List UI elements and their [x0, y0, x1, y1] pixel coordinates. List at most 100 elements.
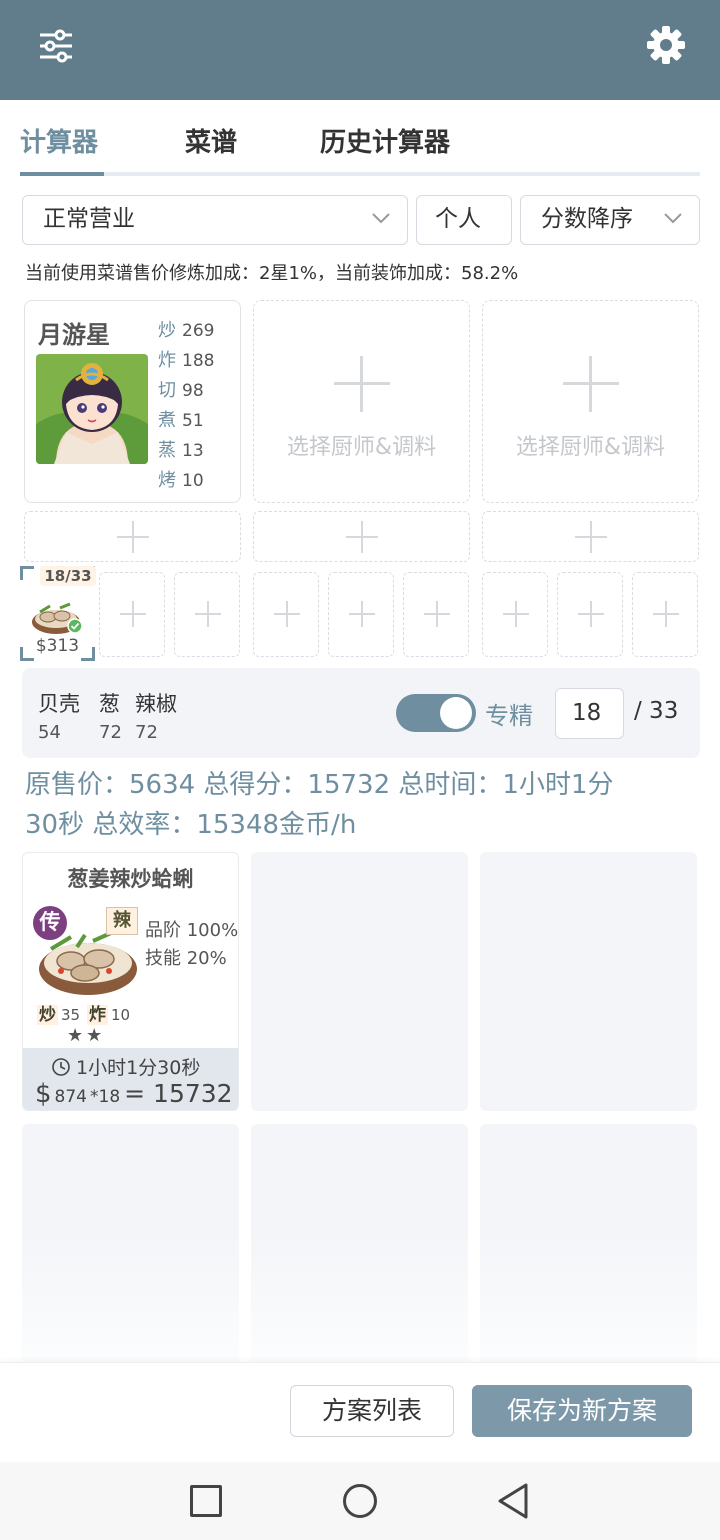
sort-select[interactable]: 分数降序	[520, 195, 700, 245]
gear-icon[interactable]	[646, 25, 686, 65]
chef-skill-fry: 炸 188	[158, 346, 214, 372]
tab-recipes[interactable]: 菜谱	[185, 122, 237, 159]
ingredient-name: 葱	[99, 692, 120, 716]
plus-icon	[120, 601, 146, 627]
skill-key: 炸	[158, 350, 176, 371]
dish-skill-bonus: 技能 20%	[145, 948, 227, 969]
ingredient-name: 辣椒	[135, 692, 177, 716]
recipe-slot[interactable]	[253, 572, 319, 657]
mastery-level-input[interactable]: 18	[555, 688, 624, 739]
ingredient-name: 贝壳	[38, 692, 80, 716]
toggle-knob	[440, 697, 472, 729]
chef-skill-cut: 切 98	[158, 376, 204, 402]
skill-key: 切	[158, 380, 176, 401]
skill-value: 269	[182, 321, 215, 341]
home-icon[interactable]	[343, 1484, 377, 1518]
clock-icon	[52, 1058, 70, 1076]
mode-select[interactable]: 正常营业	[22, 195, 408, 245]
chevron-down-icon	[664, 213, 682, 224]
recipe-slot[interactable]	[557, 572, 623, 657]
mode-select-value: 正常营业	[43, 206, 135, 232]
recipe-slot[interactable]	[328, 572, 394, 657]
taste-badge: 辣	[106, 907, 138, 935]
dish-stars: ★★	[67, 1025, 106, 1046]
system-nav-bar	[0, 1462, 720, 1540]
empty-result-card	[480, 852, 697, 1111]
selected-recipe-slot[interactable]: 18/33 $313	[20, 566, 96, 661]
skill-key: 煮	[158, 410, 176, 431]
recipe-slot[interactable]	[403, 572, 469, 657]
dish-footer: 1小时1分30秒 $874 *18 = 15732	[23, 1048, 238, 1110]
mastery-toggle[interactable]	[396, 694, 476, 732]
tab-calculator[interactable]: 计算器	[20, 122, 98, 159]
recipe-slot[interactable]	[174, 572, 240, 657]
recipe-count-badge: 18/33	[40, 566, 96, 586]
empty-chef-slot[interactable]: 选择厨师&调料	[253, 300, 470, 503]
empty-chef-label: 选择厨师&调料	[515, 435, 666, 460]
save-new-plan-button[interactable]: 保存为新方案	[472, 1385, 692, 1437]
plus-icon	[503, 601, 529, 627]
req-key: 炒	[37, 1005, 58, 1025]
skill-key: 烤	[158, 470, 176, 491]
equip-slot[interactable]	[253, 511, 470, 562]
empty-chef-slot[interactable]: 选择厨师&调料	[482, 300, 699, 503]
plus-icon	[117, 521, 149, 553]
plan-list-button[interactable]: 方案列表	[290, 1385, 454, 1437]
equip-slot[interactable]	[24, 511, 241, 562]
back-icon[interactable]	[496, 1482, 530, 1520]
skill-key: 炒	[158, 320, 176, 341]
tab-indicator	[20, 172, 104, 176]
req-key: 炸	[87, 1005, 108, 1025]
bonus-text: 当前使用菜谱售价修炼加成：2星1%，当前装饰加成：58.2%	[25, 263, 519, 284]
dish-quality: 品阶 100%	[145, 920, 239, 941]
dish-name: 葱姜辣炒蛤蜊	[67, 867, 194, 891]
sliders-icon[interactable]	[38, 28, 74, 64]
ingredients-panel: 贝壳 54 葱 72 辣椒 72 专精 18 / 33	[22, 668, 700, 758]
chef-card[interactable]: 月游星 炒 269 炸 188 切 98 煮 51 蒸 13 烤 10	[24, 300, 241, 503]
dish-unit-price: 874	[54, 1087, 87, 1107]
tab-divider	[20, 172, 700, 176]
recents-icon[interactable]	[190, 1485, 222, 1517]
plus-icon	[349, 601, 375, 627]
chef-name: 月游星	[38, 321, 110, 349]
action-bar: 方案列表 保存为新方案	[0, 1362, 720, 1462]
app-header	[0, 0, 720, 100]
tab-history[interactable]: 历史计算器	[320, 122, 450, 159]
dish-total: = 15732	[124, 1079, 233, 1108]
currency-symbol: $	[35, 1079, 52, 1109]
dish-result-card[interactable]: 葱姜辣炒蛤蜊 传 辣 品阶 100% 技能 20% 炒 35 炸 10 ★★ 1小时…	[22, 852, 239, 1111]
chef-skill-boil: 煮 51	[158, 406, 204, 432]
equip-slot[interactable]	[482, 511, 699, 562]
plus-icon	[563, 356, 619, 412]
skill-value: 51	[182, 411, 204, 431]
skill-value: 13	[182, 441, 204, 461]
skill-value: 188	[182, 351, 215, 371]
chevron-down-icon	[372, 213, 390, 224]
ingredient-value: 72	[135, 722, 158, 743]
recipe-slot[interactable]	[482, 572, 548, 657]
plus-icon	[575, 521, 607, 553]
mastery-level-max: / 33	[634, 698, 679, 724]
req-value: 35	[61, 1006, 81, 1024]
empty-result-card	[251, 852, 468, 1111]
recipe-slot[interactable]	[632, 572, 698, 657]
chef-skill-roast: 烤 10	[158, 466, 204, 492]
plus-icon	[274, 601, 300, 627]
ingredient-value: 54	[38, 722, 61, 743]
req-value: 10	[111, 1006, 131, 1024]
recipe-price: $313	[35, 636, 80, 656]
recipe-slot[interactable]	[99, 572, 165, 657]
skill-key: 蒸	[158, 440, 176, 461]
plus-icon	[195, 601, 221, 627]
plus-icon	[653, 601, 679, 627]
dish-score-calc: $874 *18 = 15732	[35, 1079, 233, 1109]
dish-requirement: 炸 10	[87, 1000, 130, 1025]
dish-thumbnail	[32, 602, 83, 634]
dish-time: 1小时1分30秒	[76, 1057, 201, 1079]
scroll-fade	[0, 1230, 720, 1362]
dish-quantity: *18	[90, 1087, 121, 1107]
chef-portrait	[36, 354, 148, 464]
scope-select[interactable]: 个人	[416, 195, 512, 245]
sort-select-value: 分数降序	[541, 206, 633, 232]
plus-icon	[424, 601, 450, 627]
